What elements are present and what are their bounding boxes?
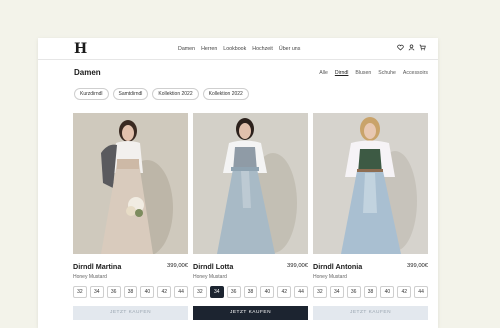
product-price: 399,00€ (167, 263, 188, 269)
category-header: Damen Alle Dirndl Blusen Schuhe Accessoi… (38, 60, 438, 84)
size-option-40[interactable]: 40 (140, 286, 155, 298)
size-option-36[interactable]: 36 (106, 286, 121, 298)
product-image-antonia[interactable] (313, 113, 428, 254)
product-card: Dirndl Antonia 399,00€ Honey Mustard 32 … (313, 113, 429, 320)
product-price: 399,00€ (407, 263, 428, 269)
size-selector: 32 34 36 38 40 42 44 (313, 286, 429, 298)
size-option-38[interactable]: 38 (363, 286, 378, 298)
size-option-44[interactable]: 44 (414, 286, 429, 298)
chip-kurzdirndl[interactable]: Kurzdirndl (74, 88, 109, 100)
size-option-42[interactable]: 42 (397, 286, 412, 298)
product-name[interactable]: Dirndl Antonia (313, 262, 362, 271)
size-option-44[interactable]: 44 (294, 286, 309, 298)
buy-button[interactable]: JETZT KAUFEN (73, 306, 188, 320)
filter-dirndl[interactable]: Dirndl (335, 70, 349, 76)
page-title: Damen (74, 68, 101, 77)
nav-item-ueber-uns[interactable]: Über uns (279, 46, 301, 52)
user-icon[interactable] (408, 44, 415, 51)
product-card: Dirndl Lotta 399,00€ Honey Mustard 32 34… (193, 113, 309, 320)
product-name-row: Dirndl Antonia 399,00€ (313, 262, 428, 271)
top-navigation: H Damen Herren Lookbook Hochzeit Über un… (38, 38, 438, 60)
size-option-42[interactable]: 42 (277, 286, 292, 298)
product-name-row: Dirndl Lotta 399,00€ (193, 262, 308, 271)
chip-kollektion-2022[interactable]: Kollektion 2022 (152, 88, 199, 100)
nav-item-hochzeit[interactable]: Hochzeit (252, 46, 273, 52)
nav-item-damen[interactable]: Damen (178, 46, 195, 52)
header-icons (397, 44, 426, 51)
main-nav: Damen Herren Lookbook Hochzeit Über uns (178, 46, 300, 52)
size-option-40[interactable]: 40 (380, 286, 395, 298)
buy-button[interactable]: JETZT KAUFEN (313, 306, 428, 320)
filter-schuhe[interactable]: Schuhe (378, 70, 396, 76)
heart-icon[interactable] (397, 44, 404, 51)
size-option-34[interactable]: 34 (89, 286, 104, 298)
chip-samtdirndl[interactable]: Samtdirndl (112, 88, 149, 100)
nav-item-herren[interactable]: Herren (201, 46, 217, 52)
size-option-42[interactable]: 42 (157, 286, 172, 298)
size-option-40[interactable]: 40 (260, 286, 275, 298)
filter-alle[interactable]: Alle (319, 70, 328, 76)
product-price: 399,00€ (287, 263, 308, 269)
size-option-32[interactable]: 32 (193, 286, 207, 298)
buy-button[interactable]: JETZT KAUFEN (193, 306, 308, 320)
size-selector: 32 34 36 38 40 42 44 (193, 286, 309, 298)
product-grid: Dirndl Martina 399,00€ Honey Mustard 32 … (73, 113, 429, 320)
shop-window: H Damen Herren Lookbook Hochzeit Über un… (38, 38, 438, 328)
size-option-36[interactable]: 36 (346, 286, 361, 298)
chip-kollektion-2022-b[interactable]: Kollektion 2022 (202, 88, 249, 100)
product-name-row: Dirndl Martina 399,00€ (73, 262, 188, 271)
size-selector: 32 34 36 38 40 42 44 (73, 286, 189, 298)
product-brand: Honey Mustard (73, 274, 107, 280)
filter-blusen[interactable]: Blusen (355, 70, 371, 76)
product-brand: Honey Mustard (193, 274, 227, 280)
size-option-34[interactable]: 34 (329, 286, 344, 298)
size-option-44[interactable]: 44 (174, 286, 189, 298)
product-image-martina[interactable] (73, 113, 188, 254)
nav-item-lookbook[interactable]: Lookbook (223, 46, 246, 52)
size-option-32[interactable]: 32 (73, 286, 87, 298)
size-option-38[interactable]: 38 (123, 286, 138, 298)
size-option-34-selected[interactable]: 34 (209, 286, 224, 298)
size-option-36[interactable]: 36 (226, 286, 241, 298)
filter-chips: Kurzdirndl Samtdirndl Kollektion 2022 Ko… (74, 88, 249, 100)
product-card: Dirndl Martina 399,00€ Honey Mustard 32 … (73, 113, 189, 320)
brand-logo[interactable]: H (74, 42, 87, 56)
product-name[interactable]: Dirndl Martina (73, 262, 121, 271)
product-brand: Honey Mustard (313, 274, 347, 280)
size-option-38[interactable]: 38 (243, 286, 258, 298)
filter-accessoirs[interactable]: Accessoirs (403, 70, 428, 76)
cart-icon[interactable] (419, 44, 426, 51)
category-filters: Alle Dirndl Blusen Schuhe Accessoirs (319, 70, 428, 76)
size-option-32[interactable]: 32 (313, 286, 327, 298)
product-name[interactable]: Dirndl Lotta (193, 262, 233, 271)
product-image-lotta[interactable] (193, 113, 308, 254)
